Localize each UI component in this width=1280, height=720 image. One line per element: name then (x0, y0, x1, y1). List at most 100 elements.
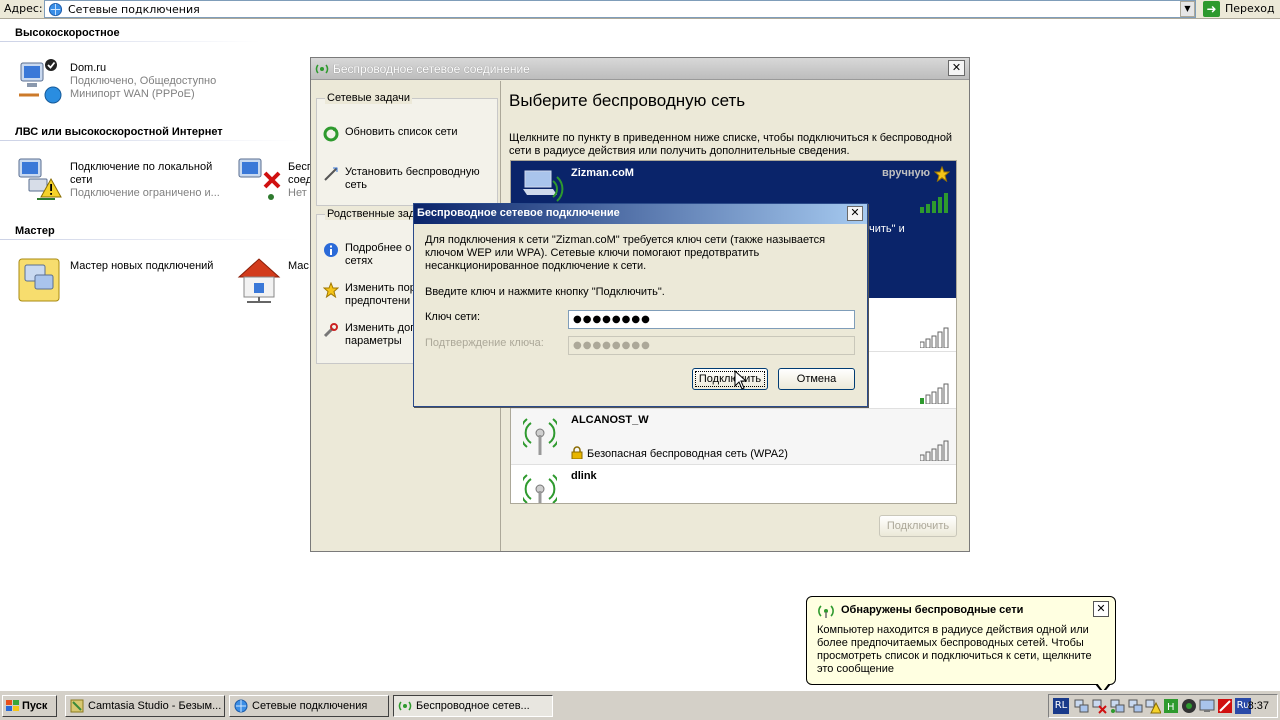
network-tray-icon[interactable] (1073, 698, 1089, 714)
network-connections-icon (234, 699, 248, 713)
connect-button[interactable]: Подключить (879, 515, 957, 537)
lan-warning-icon[interactable] (15, 155, 63, 203)
wireless-disconnected-icon[interactable] (235, 155, 283, 203)
connection-name-2: сети (70, 174, 93, 186)
new-connection-wizard-icon[interactable] (15, 255, 63, 303)
network-name: ALCANOST_W (571, 414, 649, 426)
wizard-name: Мастер новых подключений (70, 260, 214, 272)
group-divider (0, 140, 300, 141)
wireless-icon (315, 64, 329, 74)
wizard-home-network[interactable]: Мас (288, 260, 309, 273)
dialog-instruction: Введите ключ и нажмите кнопку "Подключит… (425, 286, 665, 298)
network-tasks-panel: Сетевые задачи Обновить список сети Уста… (316, 92, 498, 206)
network-key-dialog: Беспроводное сетевое подключение ✕ Для п… (413, 203, 868, 407)
related-tasks-header: Родственные зад (325, 208, 418, 220)
dialog-connect-button[interactable]: Подключить (692, 368, 768, 390)
wizard-new-connection[interactable]: Мастер новых подключений (70, 260, 213, 273)
task-label: Обновить список сети (345, 126, 458, 138)
network-name: Zizman.coM (571, 167, 634, 179)
connection-local[interactable]: Подключение по локальной сети Подключени… (70, 161, 220, 200)
start-label: Пуск (22, 700, 48, 712)
network-key-input[interactable]: ●●●●●●●● (568, 310, 855, 329)
window-titlebar[interactable]: Беспроводное сетевое соединение ✕ (311, 58, 969, 80)
dialog-title: Беспроводное сетевое подключение (417, 207, 620, 219)
group-header-lan: ЛВС или высокоскоростной Интернет (15, 126, 223, 138)
confirm-key-label: Подтверждение ключа: (425, 337, 544, 349)
network-key-label: Ключ сети: (425, 311, 481, 323)
wireless-icon (398, 701, 412, 711)
network-name: dlink (571, 470, 597, 482)
connection-name: Dom.ru (70, 62, 107, 74)
monitor-tray-icon[interactable] (1199, 698, 1215, 714)
clock: 8:37 (1247, 700, 1269, 712)
refresh-icon (323, 126, 339, 142)
window-title: Беспроводное сетевое соединение (333, 62, 530, 76)
address-dropdown-icon[interactable]: ▼ (1180, 1, 1195, 17)
lan-tray-icon[interactable] (1109, 698, 1125, 714)
star-icon (323, 282, 339, 298)
taskbar-button-label: Беспроводное сетев... (416, 700, 530, 712)
connection-name: Подключение по локальной (70, 161, 213, 173)
dialog-cancel-button[interactable]: Отмена (778, 368, 855, 390)
network-folder-icon (48, 2, 63, 17)
star-icon (934, 166, 950, 182)
wireless-antenna-icon (523, 474, 557, 503)
taskbar-button-network[interactable]: Сетевые подключения (229, 695, 389, 717)
camtasia-icon (70, 699, 84, 713)
wizard-icon (324, 167, 338, 181)
warning-tray-icon[interactable] (1145, 698, 1161, 714)
go-label: Переход (1225, 2, 1275, 15)
dialog-message-line: Для подключения к сети "Zizman.coM" треб… (425, 234, 826, 246)
taskbar-button-label: Camtasia Studio - Безым... (88, 700, 222, 712)
address-bar: Адрес: Сетевые подключения ▼ ➜ Переход (0, 0, 1280, 19)
balloon-body: Компьютер находится в радиусе действия о… (817, 624, 1092, 675)
start-button[interactable]: Пуск (2, 695, 57, 717)
connection-status: Подключено, Общедоступно (70, 75, 217, 87)
group-divider (0, 41, 260, 42)
signal-strength-icon (920, 193, 948, 213)
system-tray: RL H Ru 8:37 (1048, 694, 1278, 718)
laptop-wireless-icon (523, 170, 564, 202)
group-header-wizard: Мастер (15, 225, 55, 237)
signal-strength-icon (920, 383, 949, 404)
network-item-alcanost[interactable]: ALCANOST_W Безопасная беспроводная сеть … (511, 408, 956, 464)
balloon-close-button[interactable]: ✕ (1093, 601, 1109, 617)
taskbar-button-camtasia[interactable]: Camtasia Studio - Безым... (65, 695, 225, 717)
address-field[interactable]: Сетевые подключения (44, 0, 1196, 18)
info-icon (324, 243, 338, 257)
notification-balloon[interactable]: Обнаружены беспроводные сети ✕ Компьютер… (806, 596, 1116, 694)
dialog-message-line: несанкционированное подключение к сети. (425, 260, 647, 272)
connection-device: Минипорт WAN (PPPoE) (70, 88, 195, 100)
network-tasks-header: Сетевые задачи (325, 92, 412, 104)
network-status: вручную (882, 167, 930, 179)
mouse-cursor-icon (734, 370, 748, 390)
dialog-close-button[interactable]: ✕ (847, 206, 863, 221)
taskbar-button-wireless[interactable]: Беспроводное сетев... (393, 695, 553, 717)
address-label: Адрес: (4, 2, 43, 15)
wizard-name: Мас (288, 260, 309, 272)
confirm-key-input[interactable]: ●●●●●●●● (568, 336, 855, 355)
svg-text:H: H (1167, 702, 1175, 713)
signal-strength-icon (920, 327, 949, 348)
connection-tray-icon[interactable] (1127, 698, 1143, 714)
home-network-wizard-icon[interactable] (235, 255, 283, 303)
wireless-icon (818, 605, 834, 618)
taskbar-button-label: Сетевые подключения (252, 700, 368, 712)
window-close-button[interactable]: ✕ (948, 60, 965, 76)
network-item-dlink[interactable]: dlink (511, 464, 956, 503)
group-header-broadband: Высокоскоростное (15, 27, 120, 39)
dialog-titlebar[interactable]: Беспроводное сетевое подключение ✕ (414, 204, 867, 224)
group-divider (0, 239, 300, 240)
language-indicator[interactable]: RL (1053, 698, 1069, 714)
security-tray-icon[interactable] (1181, 698, 1197, 714)
green-app-tray-icon[interactable]: H (1163, 698, 1179, 714)
page-title: Выберите беспроводную сеть (509, 91, 746, 110)
wireless-disconnected-tray-icon[interactable] (1091, 698, 1107, 714)
lock-icon (571, 446, 583, 459)
connection-domru[interactable]: Dom.ru Подключено, Общедоступно Минипорт… (70, 62, 216, 101)
broadband-connection-icon[interactable] (15, 57, 63, 105)
dialog-message: Для подключения к сети "Zizman.coM" треб… (425, 234, 825, 273)
antivirus-tray-icon[interactable] (1217, 698, 1233, 714)
task-label: Установить беспроводную сеть (345, 166, 480, 191)
settings-icon (323, 323, 338, 338)
